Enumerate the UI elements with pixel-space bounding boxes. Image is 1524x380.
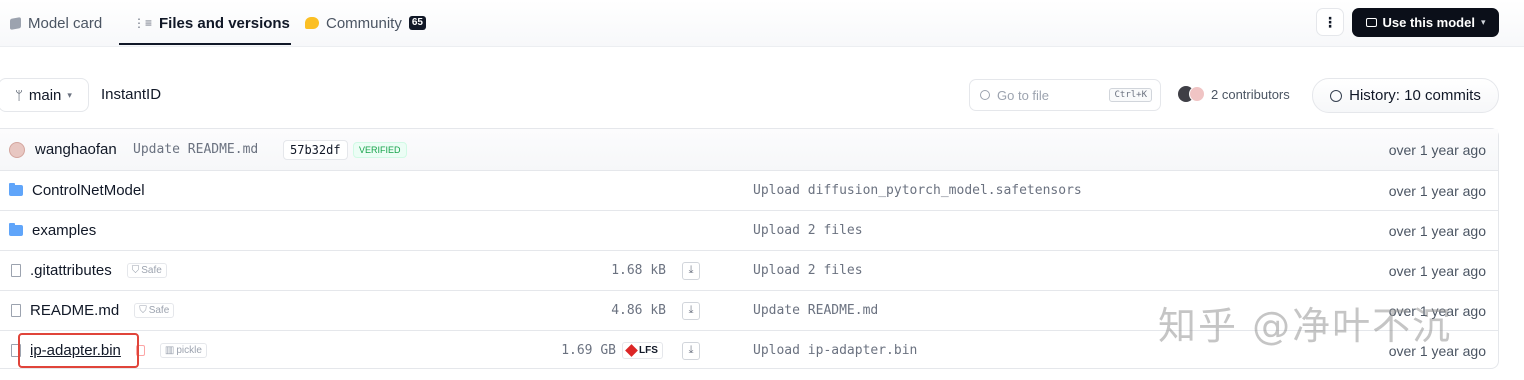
file-row: .gitattributes ⛉ Safe 1.68 kB ⤓ Upload 2 … — [0, 250, 1498, 290]
history-label: History: 10 commits — [1349, 87, 1481, 104]
branch-name: main — [28, 86, 62, 104]
file-time: over 1 year ago — [1388, 222, 1486, 239]
folder-icon — [9, 183, 23, 196]
shield-icon: ⛉ — [131, 265, 140, 276]
file-icon — [11, 264, 21, 277]
go-to-file-search[interactable]: Go to file Ctrl+K — [969, 79, 1161, 111]
watermark: 知乎 @净叶不沉 — [1158, 304, 1453, 348]
contributor-avatars — [1178, 86, 1205, 102]
repo-tab-bar: Model card ⋮≡ Files and versions Communi… — [0, 0, 1524, 47]
active-tab-indicator — [119, 43, 291, 45]
file-time: over 1 year ago — [1388, 262, 1486, 279]
file-type-icon: ▥ — [164, 345, 175, 356]
more-options-button[interactable]: ⋮ — [1316, 8, 1344, 36]
download-container: ⤓ — [682, 291, 700, 330]
highlight-box — [18, 333, 139, 368]
download-icon[interactable]: ⤓ — [682, 301, 700, 320]
safe-label: Safe — [141, 265, 162, 276]
download-container: ⤓ — [682, 251, 700, 290]
commit-time: over 1 year ago — [1388, 141, 1486, 158]
tab-label: Files and versions — [159, 14, 290, 32]
shield-icon: ⛉ — [139, 305, 147, 316]
author-name: wanghaofan — [35, 141, 117, 158]
tab-label: Model card — [28, 14, 103, 32]
file-name: ControlNetModel — [32, 182, 145, 199]
safe-label: Safe — [148, 305, 170, 316]
kebab-icon: ⋮ — [1323, 13, 1337, 30]
commit-hash-container: 57b32df — [283, 129, 348, 170]
use-this-model-button[interactable]: Use this model ▾ — [1352, 8, 1499, 37]
cube-icon — [10, 16, 21, 30]
contributors-link[interactable]: 2 contributors — [1178, 86, 1290, 102]
file-link[interactable]: README.md ⛉ Safe — [11, 291, 175, 330]
verified-badge: VERIFIED — [353, 141, 407, 158]
file-commit-message[interactable]: Upload ip-adapter.bin — [753, 331, 917, 370]
file-row: examples Upload 2 files over 1 year ago — [0, 210, 1498, 250]
file-icon — [11, 304, 21, 317]
avatar — [9, 141, 25, 158]
search-icon — [980, 90, 990, 100]
file-time: over 1 year ago — [1388, 182, 1486, 199]
commit-author[interactable]: wanghaofan — [9, 129, 117, 170]
tab-community[interactable]: Community 65 — [305, 0, 426, 46]
file-name: .gitattributes — [30, 262, 112, 279]
lfs-badge: LFS — [622, 342, 663, 359]
safe-badge: ⛉ Safe — [126, 263, 167, 278]
verified-badge-container: VERIFIED — [353, 129, 407, 170]
last-commit-row: wanghaofan Update README.md 57b32df VERI… — [0, 129, 1498, 170]
commit-hash[interactable]: 57b32df — [283, 139, 348, 160]
use-model-label: Use this model — [1382, 15, 1475, 30]
file-commit-message[interactable]: Upload diffusion_pytorch_model.safetenso… — [753, 171, 1082, 210]
tab-model-card[interactable]: Model card — [10, 0, 102, 46]
tab-files-and-versions[interactable]: ⋮≡ Files and versions — [133, 0, 290, 46]
folder-link[interactable]: examples — [9, 211, 96, 250]
branch-icon: ᛘ — [15, 87, 23, 103]
community-count-badge: 65 — [408, 16, 426, 30]
pickle-label: pickle — [176, 345, 202, 356]
chevron-down-icon: ▾ — [67, 89, 72, 100]
pickle-badge: ▥ pickle — [159, 343, 207, 358]
file-row: ControlNetModel Upload diffusion_pytorch… — [0, 170, 1498, 210]
download-icon[interactable]: ⤓ — [682, 341, 700, 360]
download-icon[interactable]: ⤓ — [682, 261, 700, 280]
lfs-container: LFS — [622, 331, 663, 370]
file-commit-message[interactable]: Upload 2 files — [753, 211, 863, 250]
file-commit-message[interactable]: Update README.md — [753, 291, 878, 330]
commit-message[interactable]: Update README.md — [133, 129, 258, 170]
safe-badge: ⛉ Safe — [134, 303, 175, 318]
community-icon — [305, 17, 319, 29]
file-size: 1.69 GB — [561, 343, 616, 358]
lfs-icon — [625, 344, 638, 357]
avatar — [1189, 86, 1205, 102]
code-icon — [1365, 18, 1377, 27]
chevron-down-icon: ▾ — [1480, 17, 1486, 27]
file-name: examples — [32, 222, 97, 239]
repo-name: InstantID — [101, 86, 162, 103]
download-container: ⤓ — [682, 331, 700, 370]
contributors-count: 2 contributors — [1211, 86, 1290, 102]
history-button[interactable]: History: 10 commits — [1312, 78, 1499, 113]
folder-icon — [9, 223, 23, 236]
folder-link[interactable]: ControlNetModel — [9, 171, 145, 210]
file-commit-message[interactable]: Upload 2 files — [753, 251, 863, 290]
keyboard-shortcut: Ctrl+K — [1109, 88, 1152, 102]
clock-icon — [1330, 89, 1343, 102]
file-size: 1.68 kB — [611, 263, 666, 278]
branch-selector[interactable]: ᛘ main ▾ — [0, 78, 89, 112]
lfs-label: LFS — [639, 345, 658, 356]
tab-label: Community — [326, 14, 402, 32]
file-size: 4.86 kB — [611, 303, 666, 318]
search-placeholder: Go to file — [997, 87, 1050, 103]
file-name: README.md — [30, 302, 120, 319]
file-link[interactable]: .gitattributes ⛉ Safe — [11, 251, 167, 290]
files-icon: ⋮≡ — [133, 16, 153, 30]
